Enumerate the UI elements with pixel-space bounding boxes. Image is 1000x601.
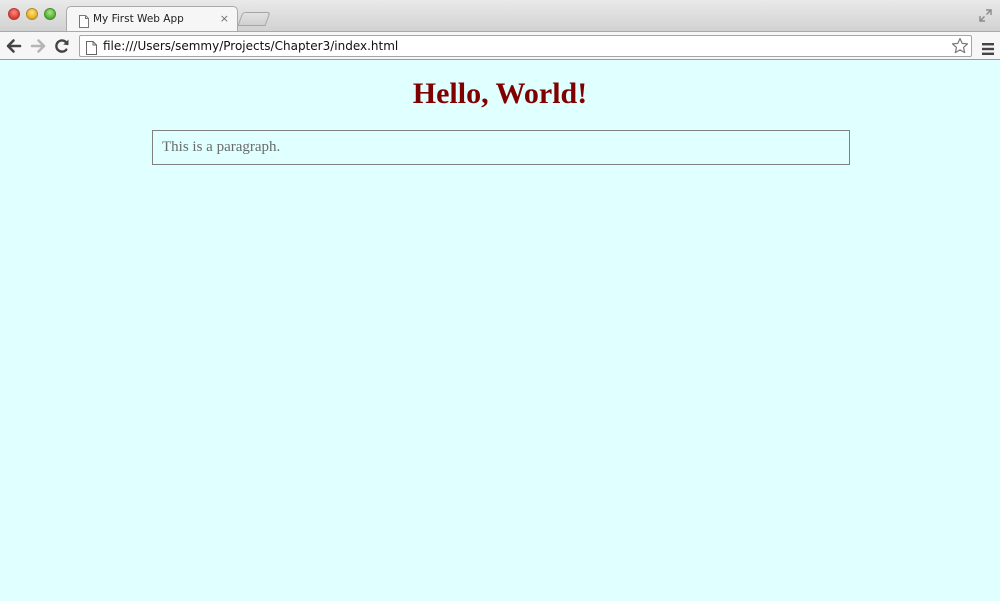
page-heading: Hello, World!	[412, 77, 588, 110]
forward-arrow-icon[interactable]	[28, 36, 48, 56]
minimize-window-button[interactable]	[26, 8, 38, 20]
browser-window: My First Web App × file:///Users/semmy/P…	[0, 0, 1000, 601]
tab-title: My First Web App	[93, 13, 184, 25]
document-icon	[86, 40, 97, 59]
back-arrow-icon[interactable]	[4, 36, 24, 56]
page-content: Hello, World! This is a paragraph.	[0, 61, 1000, 601]
reload-icon[interactable]	[52, 36, 72, 56]
paragraph-text: This is a paragraph.	[162, 139, 281, 155]
browser-toolbar: file:///Users/semmy/Projects/Chapter3/in…	[0, 31, 1000, 60]
url-text[interactable]: file:///Users/semmy/Projects/Chapter3/in…	[103, 39, 398, 53]
close-window-button[interactable]	[8, 8, 20, 20]
paragraph-box: This is a paragraph.	[152, 130, 850, 165]
menu-icon[interactable]	[982, 40, 994, 59]
tab-my-first-web-app[interactable]: My First Web App ×	[66, 6, 238, 32]
address-bar[interactable]: file:///Users/semmy/Projects/Chapter3/in…	[79, 35, 972, 57]
star-icon[interactable]	[951, 37, 969, 59]
new-tab-button[interactable]	[237, 12, 271, 26]
tab-close-icon[interactable]: ×	[220, 12, 229, 26]
zoom-window-button[interactable]	[44, 8, 56, 20]
fullscreen-icon[interactable]	[979, 7, 992, 26]
document-icon	[79, 13, 89, 32]
tab-strip: My First Web App ×	[0, 0, 1000, 32]
